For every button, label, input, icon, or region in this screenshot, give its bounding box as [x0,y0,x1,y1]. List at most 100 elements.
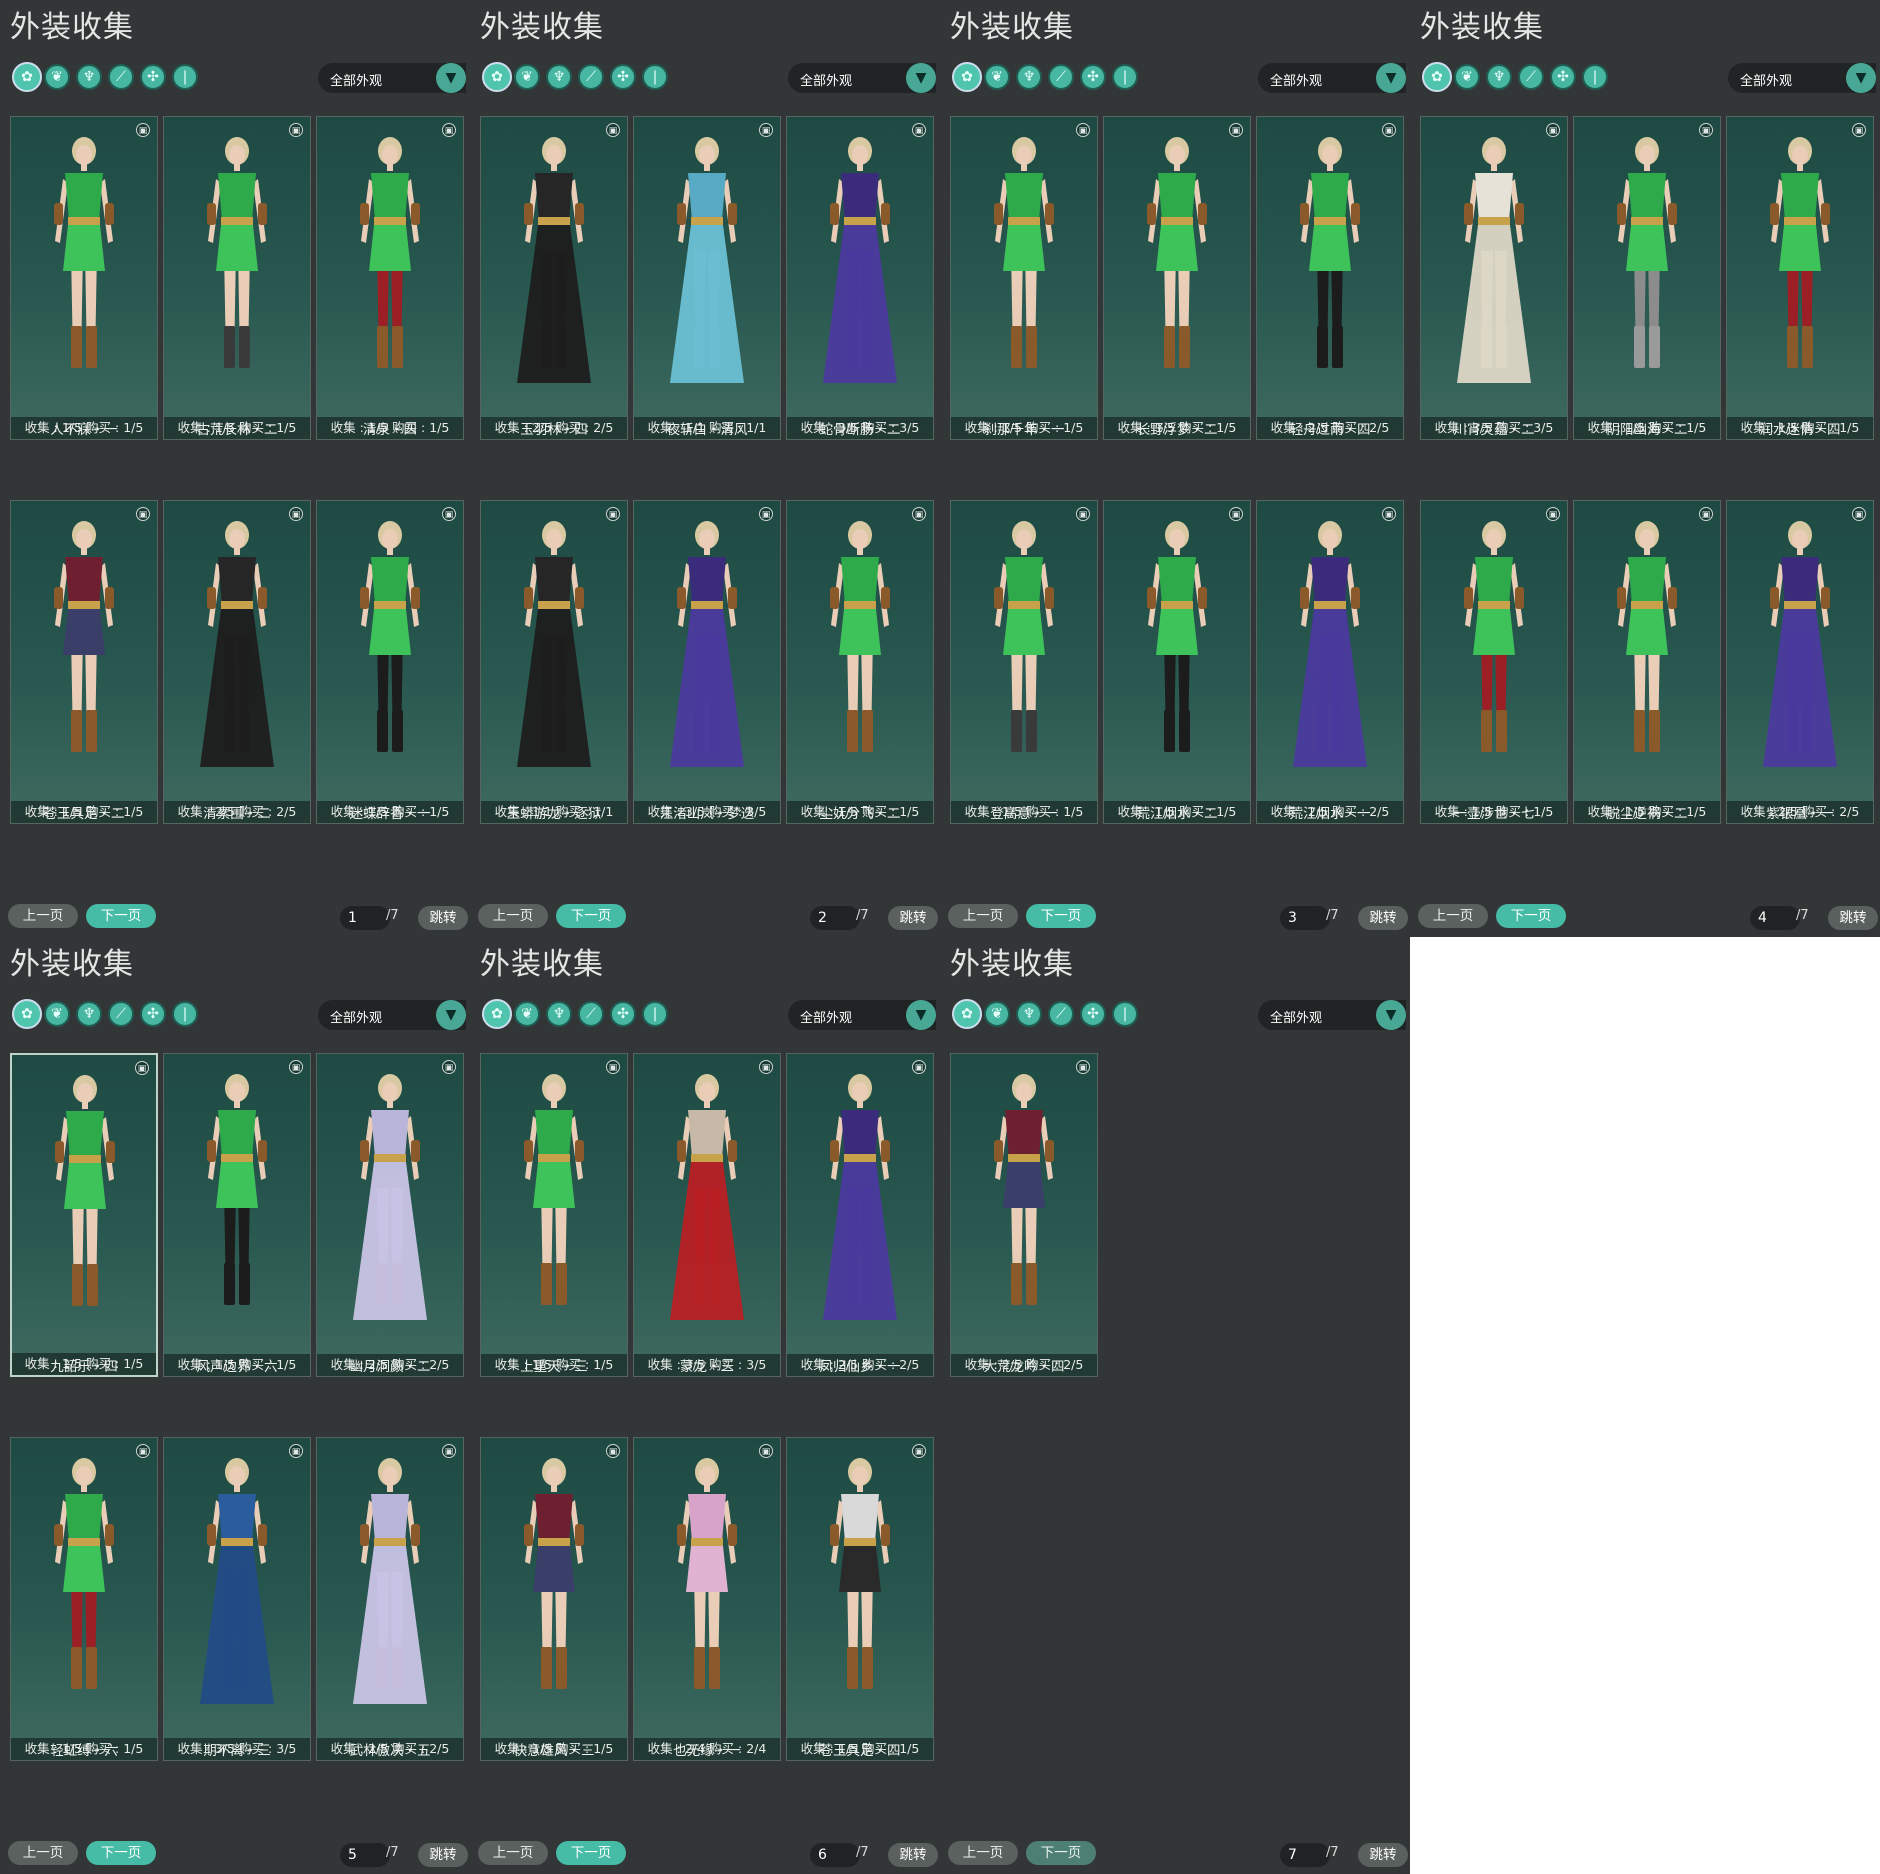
tab-outfit-icon[interactable]: ✿ [1422,62,1452,92]
tab-boot-icon[interactable]: ❘ [642,1001,668,1027]
outfit-card[interactable]: ▣ 收集:3/5 购买:3/5 [633,1053,781,1377]
chevron-down-icon[interactable]: ▼ [1846,63,1876,93]
filter-dropdown[interactable]: 全部外观 ▼ [318,1000,466,1030]
outfit-card[interactable]: ▣ 收集:1/5 购买:1/5 [1573,500,1721,824]
outfit-card[interactable]: ▣ 收集:1/5 购买:1/5 [1103,116,1251,440]
chevron-down-icon[interactable]: ▼ [906,63,936,93]
outfit-card[interactable]: ▣ 收集:2/5 购买:2/5 [316,1053,464,1377]
tab-outfit-icon[interactable]: ✿ [952,62,982,92]
tab-accessory-icon[interactable]: ✣ [610,64,636,90]
tab-boot-icon[interactable]: ❘ [1112,64,1138,90]
outfit-card[interactable]: ▣ 收集:2/4 购买:2/4 [633,1437,781,1761]
tab-accessory-icon[interactable]: ✣ [610,1001,636,1027]
tab-boot-icon[interactable]: ❘ [172,64,198,90]
outfit-card[interactable]: ▣ 收集:1/1 购买:1/1 [480,500,628,824]
next-page-button[interactable]: 下一页 [556,904,626,928]
outfit-card[interactable]: ▣ 收集:2/5 购买:2/5 [786,1053,934,1377]
outfit-card[interactable]: ▣ 收集:1/5 购买:1/5 [950,116,1098,440]
prev-page-button[interactable]: 上一页 [1418,904,1488,928]
outfit-card[interactable]: ▣ 收集:2/5 购买:2/5 [950,1053,1098,1377]
outfit-card[interactable]: ▣ 收集:2/5 购买:2/5 [1256,500,1404,824]
tab-accessory-icon[interactable]: ✣ [140,1001,166,1027]
outfit-card[interactable]: ▣ 收集:2/5 购买:2/5 [480,116,628,440]
prev-page-button[interactable]: 上一页 [948,904,1018,928]
tab-top-icon[interactable]: ❦ [514,1001,540,1027]
tab-shoe-icon[interactable]: ⟋ [108,64,134,90]
jump-button[interactable]: 跳转 [888,906,938,930]
tab-shoe-icon[interactable]: ⟋ [108,1001,134,1027]
tab-outfit-icon[interactable]: ✿ [12,62,42,92]
tab-dress-icon[interactable]: ♆ [1016,64,1042,90]
page-number-input[interactable]: 1 [340,906,390,930]
jump-button[interactable]: 跳转 [1358,906,1408,930]
tab-shoe-icon[interactable]: ⟋ [1518,64,1544,90]
outfit-card[interactable]: ▣ 收集:1/1 购买:1/1 [633,116,781,440]
tab-top-icon[interactable]: ❦ [44,64,70,90]
outfit-card[interactable]: ▣ 收集:1/5 购买:1/5 [950,500,1098,824]
tab-accessory-icon[interactable]: ✣ [1080,64,1106,90]
tab-dress-icon[interactable]: ♆ [76,1001,102,1027]
tab-boot-icon[interactable]: ❘ [172,1001,198,1027]
outfit-card[interactable]: ▣ 收集:1/5 购买:1/5 [10,500,158,824]
outfit-card[interactable]: ▣ 收集:1/5 购买:1/5 [10,1053,158,1377]
tab-shoe-icon[interactable]: ⟋ [578,64,604,90]
outfit-card[interactable]: ▣ 收集:1/5 购买:1/5 [316,116,464,440]
outfit-card[interactable]: ▣ 收集:3/5 购买:3/5 [163,1437,311,1761]
outfit-card[interactable]: ▣ 收集:1/5 购买:1/5 [1573,116,1721,440]
filter-dropdown[interactable]: 全部外观 ▼ [1728,63,1876,93]
outfit-card[interactable]: ▣ 收集:1/5 购买:1/5 [786,1437,934,1761]
tab-top-icon[interactable]: ❦ [44,1001,70,1027]
next-page-button[interactable]: 下一页 [1026,904,1096,928]
tab-accessory-icon[interactable]: ✣ [140,64,166,90]
tab-boot-icon[interactable]: ❘ [1582,64,1608,90]
outfit-card[interactable]: ▣ 收集:1/5 购买:1/5 [1420,500,1568,824]
filter-dropdown[interactable]: 全部外观 ▼ [788,1000,936,1030]
outfit-card[interactable]: ▣ 收集:1/5 购买:1/5 [163,116,311,440]
page-number-input[interactable]: 3 [1280,906,1330,930]
tab-outfit-icon[interactable]: ✿ [952,999,982,1029]
outfit-card[interactable]: ▣ 收集:1/5 购买:1/5 [10,1437,158,1761]
prev-page-button[interactable]: 上一页 [8,904,78,928]
filter-dropdown[interactable]: 全部外观 ▼ [318,63,466,93]
chevron-down-icon[interactable]: ▼ [906,1000,936,1030]
outfit-card[interactable]: ▣ 收集:1/5 购买:1/5 [163,1053,311,1377]
next-page-button[interactable]: 下一页 [86,904,156,928]
tab-dress-icon[interactable]: ♆ [1016,1001,1042,1027]
outfit-card[interactable]: ▣ 收集:3/5 购买:3/5 [633,500,781,824]
prev-page-button[interactable]: 上一页 [8,1841,78,1865]
tab-top-icon[interactable]: ❦ [984,1001,1010,1027]
tab-outfit-icon[interactable]: ✿ [482,62,512,92]
outfit-card[interactable]: ▣ 收集:1/5 购买:1/5 [1103,500,1251,824]
outfit-card[interactable]: ▣ 收集:1/5 购买:1/5 [316,500,464,824]
page-number-input[interactable]: 4 [1750,906,1800,930]
tab-outfit-icon[interactable]: ✿ [482,999,512,1029]
outfit-card[interactable]: ▣ 收集:2/5 购买:2/5 [1256,116,1404,440]
outfit-card[interactable]: ▣ 收集:2/5 购买:2/5 [163,500,311,824]
outfit-card[interactable]: ▣ 收集:1/5 购买:1/5 [480,1053,628,1377]
page-number-input[interactable]: 7 [1280,1843,1330,1867]
outfit-card[interactable]: ▣ 收集:3/5 购买:3/5 [1420,116,1568,440]
filter-dropdown[interactable]: 全部外观 ▼ [788,63,936,93]
chevron-down-icon[interactable]: ▼ [1376,1000,1406,1030]
outfit-card[interactable]: ▣ 收集:3/5 购买:3/5 [786,116,934,440]
outfit-card[interactable]: ▣ 收集:1/5 购买:1/5 [10,116,158,440]
next-page-button[interactable]: 下一页 [1496,904,1566,928]
page-number-input[interactable]: 5 [340,1843,390,1867]
jump-button[interactable]: 跳转 [1828,906,1878,930]
tab-accessory-icon[interactable]: ✣ [1550,64,1576,90]
jump-button[interactable]: 跳转 [418,906,468,930]
tab-shoe-icon[interactable]: ⟋ [1048,1001,1074,1027]
prev-page-button[interactable]: 上一页 [478,1841,548,1865]
jump-button[interactable]: 跳转 [1358,1843,1408,1867]
tab-outfit-icon[interactable]: ✿ [12,999,42,1029]
filter-dropdown[interactable]: 全部外观 ▼ [1258,1000,1406,1030]
tab-shoe-icon[interactable]: ⟋ [578,1001,604,1027]
tab-top-icon[interactable]: ❦ [514,64,540,90]
tab-top-icon[interactable]: ❦ [984,64,1010,90]
tab-dress-icon[interactable]: ♆ [1486,64,1512,90]
tab-dress-icon[interactable]: ♆ [546,64,572,90]
chevron-down-icon[interactable]: ▼ [1376,63,1406,93]
outfit-card[interactable]: ▣ 收集:1/5 购买:1/5 [1726,116,1874,440]
jump-button[interactable]: 跳转 [888,1843,938,1867]
outfit-card[interactable]: ▣ 收集:2/5 购买:2/5 [1726,500,1874,824]
